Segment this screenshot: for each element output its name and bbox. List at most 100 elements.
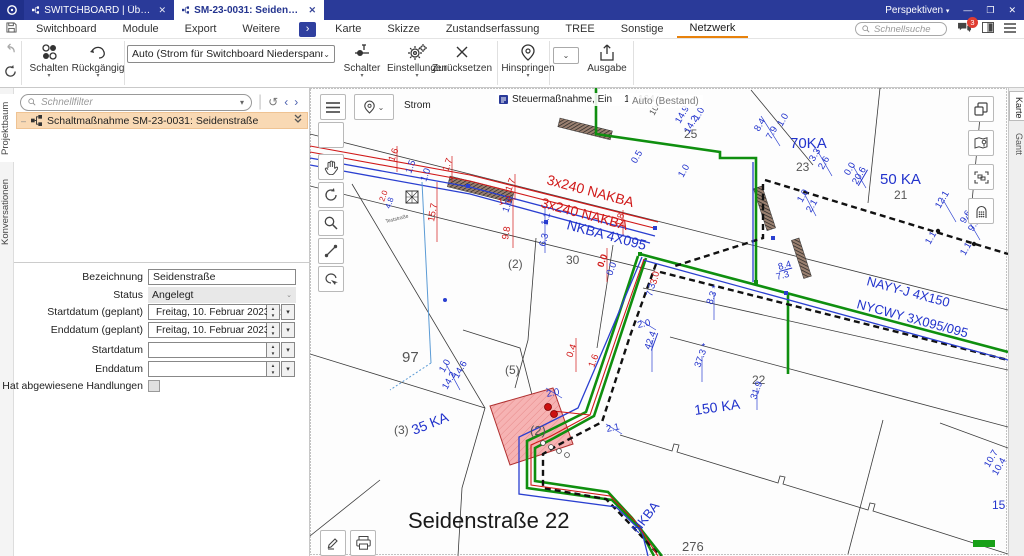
map-label: 8.3 *	[704, 284, 721, 306]
menu-zustandserfassung[interactable]: Zustandserfassung	[433, 20, 553, 38]
chevron-down-icon[interactable]: ▾	[240, 98, 244, 107]
calendar-dropdown-button[interactable]: ▾	[281, 361, 295, 377]
schnellfilter-input[interactable]: Schnellfilter ▾	[20, 94, 252, 111]
field-label: Enddatum (geplant)	[0, 324, 148, 336]
nav-forward-icon[interactable]: ›	[294, 95, 298, 109]
cable-cabinet-symbol[interactable]	[406, 191, 418, 203]
time-stepper[interactable]: ▲▼	[267, 322, 280, 338]
double-chevron-down-icon[interactable]	[293, 114, 303, 127]
bezeichnung-input[interactable]: Seidenstraße	[148, 269, 296, 285]
rotate-tool-button[interactable]	[318, 182, 344, 208]
form-row-bezeichnung: Bezeichnung Seidenstraße	[0, 269, 296, 285]
schalter-button[interactable]: Schalter ▾	[340, 41, 384, 86]
building-info-button[interactable]	[968, 198, 994, 224]
spinner-up-icon: ▲	[267, 323, 279, 330]
edit-sketch-button[interactable]	[320, 530, 346, 556]
measure-tool-button[interactable]	[318, 238, 344, 264]
menu-skizze[interactable]: Skizze	[374, 20, 432, 38]
menu-sonstige[interactable]: Sonstige	[608, 20, 677, 38]
legend-color-bar	[973, 540, 995, 547]
right-tab-strip: Karte Gantt	[1008, 88, 1024, 556]
close-tab-icon[interactable]: ✕	[158, 5, 166, 16]
nav-back-icon[interactable]	[4, 42, 17, 60]
perspektiven-menu[interactable]: Perspektiven ▾	[885, 5, 949, 16]
calendar-dropdown-button[interactable]: ▾	[281, 322, 295, 338]
notifications-button[interactable]: 3	[957, 22, 972, 37]
sidebar-tab-projektbaum[interactable]: Projektbaum	[0, 94, 14, 162]
form-row-enddatum: Enddatum ▲▼ ▾	[0, 361, 295, 377]
refresh-icon[interactable]	[4, 65, 17, 83]
blank-tool-button[interactable]	[318, 122, 344, 148]
time-stepper[interactable]: ▲▼	[267, 342, 280, 358]
map-label: 8.4	[752, 117, 768, 134]
window-tab-switchboard[interactable]: SWITCHBOARD | Übersichtsrei... ✕	[24, 0, 174, 20]
schalten-button[interactable]: Schalten ▾	[26, 41, 72, 86]
map-menu-button[interactable]	[320, 94, 346, 120]
close-tab-icon[interactable]: ✕	[308, 5, 316, 16]
tree-item-schaltmassnahme[interactable]: – Schaltmaßnahme SM-23-0031: Seidenstraß…	[16, 112, 308, 129]
ausgabe-button[interactable]: Ausgabe	[584, 41, 630, 86]
time-stepper[interactable]: ▲▼	[267, 361, 280, 377]
right-tab-gantt[interactable]: Gantt	[1009, 128, 1024, 158]
maximize-button[interactable]: ❐	[986, 5, 994, 16]
field-value: Seidenstraße	[153, 271, 215, 283]
menu-export[interactable]: Export	[172, 20, 230, 38]
hinspringen-button[interactable]: Hinspringen ▾	[500, 41, 556, 86]
window-tab-sm-23-0031[interactable]: SM-23-0031: Seidenstraße | Sc... ✕	[174, 0, 324, 20]
rueckgaengig-button[interactable]: Rückgängig ▾	[72, 41, 124, 86]
calendar-dropdown-button[interactable]: ▾	[281, 304, 295, 320]
enddatum-geplant-input[interactable]: Freitag, 10. Februar 202318:00	[148, 322, 267, 338]
menu-switchboard[interactable]: Switchboard	[23, 20, 110, 38]
sidebar-tab-konversationen[interactable]: Konversationen	[0, 168, 14, 256]
map-label: 1.0	[676, 163, 692, 180]
map-label: (2)	[508, 257, 523, 271]
map-label: 2.0	[545, 386, 560, 400]
tree-expander-icon[interactable]: –	[21, 116, 26, 126]
menu-netzwerk[interactable]: Netzwerk	[677, 20, 749, 38]
locate-button[interactable]: ⌄	[354, 94, 394, 120]
tree-item-label: Schaltmaßnahme SM-23-0031: Seidenstraße	[47, 115, 258, 127]
time-stepper[interactable]: ▲▼	[267, 304, 280, 320]
network-trace-combobox[interactable]: Auto (Strom für Switchboard Niederspannu…	[127, 45, 335, 63]
close-window-button[interactable]: ✕	[1008, 5, 1016, 16]
nav-back-icon[interactable]: ‹	[284, 95, 288, 109]
abgewiesene-handlungen-checkbox[interactable]	[148, 380, 160, 392]
map-label: (3)	[394, 423, 409, 437]
menu-karte[interactable]: Karte	[322, 20, 374, 38]
spinner-down-icon: ▼	[267, 369, 279, 376]
right-tab-karte[interactable]: Karte	[1009, 91, 1024, 121]
save-icon[interactable]	[0, 22, 23, 36]
search-input[interactable]: Schnellsuche	[855, 22, 947, 36]
dropdown-button[interactable]: ⌄	[553, 47, 579, 64]
zuruecksetzen-button[interactable]: Zurücksetzen	[430, 41, 494, 86]
map-label: 15	[992, 498, 1006, 512]
form-row-startdatum: Startdatum ▲▼ ▾	[0, 342, 295, 358]
menu-module[interactable]: Module	[110, 20, 172, 38]
panel-icon[interactable]	[982, 22, 994, 36]
calendar-dropdown-button[interactable]: ▾	[281, 342, 295, 358]
status-combobox[interactable]: Angelegt⌄	[148, 287, 296, 303]
pencil-icon	[326, 536, 340, 550]
map-canvas[interactable]: 3x240 NAKBA3x240 NAKBANKBA 4X095NAYY-J 4…	[310, 88, 1008, 556]
layers-button[interactable]	[968, 96, 994, 122]
building-icon	[975, 205, 988, 218]
spinner-up-icon: ▲	[267, 343, 279, 350]
reset-filter-icon[interactable]: ↺	[268, 95, 278, 109]
menu-tree[interactable]: TREE	[552, 20, 607, 38]
map-label: 1.7	[503, 177, 518, 193]
extent-select-button[interactable]	[968, 164, 994, 190]
menu-weitere[interactable]: Weitere	[229, 20, 293, 38]
startdatum-input[interactable]	[148, 342, 267, 358]
menu-overflow-button[interactable]: ›	[299, 22, 316, 37]
enddatum-input[interactable]	[148, 361, 267, 377]
map-label: NKBA	[629, 498, 663, 535]
field-label: Status	[0, 289, 148, 301]
pan-tool-button[interactable]	[318, 154, 344, 180]
print-button[interactable]	[350, 530, 376, 556]
minimize-button[interactable]: —	[963, 5, 972, 15]
startdatum-geplant-input[interactable]: Freitag, 10. Februar 202311:00	[148, 304, 267, 320]
zoom-tool-button[interactable]	[318, 210, 344, 236]
lasso-select-tool-button[interactable]	[318, 266, 344, 292]
basemap-button[interactable]	[968, 130, 994, 156]
hamburger-menu-icon[interactable]	[1004, 23, 1016, 36]
